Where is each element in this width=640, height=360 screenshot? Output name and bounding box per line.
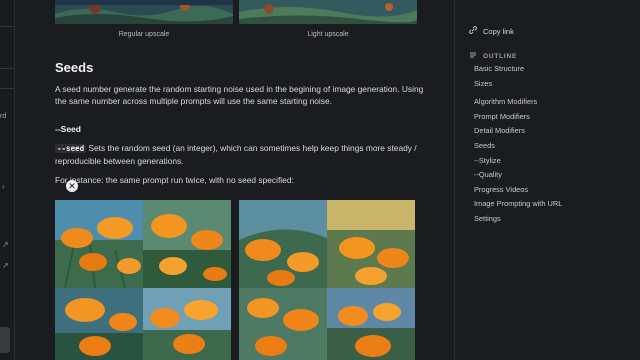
rail-button[interactable] bbox=[0, 327, 10, 353]
outline-item-prompt-modifiers[interactable]: Prompt Modifiers bbox=[474, 110, 562, 125]
section-heading-seeds: Seeds bbox=[55, 60, 94, 75]
poppy-image bbox=[55, 288, 143, 360]
link-icon bbox=[469, 26, 477, 36]
outline-item-settings[interactable]: Settings bbox=[474, 212, 562, 227]
poppy-image bbox=[55, 200, 143, 288]
copy-link-label: Copy link bbox=[483, 26, 514, 36]
outline-item-progress-videos[interactable]: Progress Videos bbox=[474, 183, 562, 198]
seed-description-text: Sets the random seed (an integer), which… bbox=[55, 143, 417, 166]
poppy-image bbox=[327, 200, 415, 288]
poppy-image bbox=[327, 288, 415, 360]
external-link-icon[interactable]: ↗ bbox=[2, 241, 10, 249]
outline-item-detail-modifiers[interactable]: Detail Modifiers bbox=[474, 124, 562, 139]
image-caption: Light upscale bbox=[307, 31, 349, 38]
chevron-right-icon[interactable]: › bbox=[2, 183, 10, 191]
copy-link-button[interactable]: Copy link bbox=[469, 26, 514, 36]
outline-item-image-prompting[interactable]: Image Prompting with URL bbox=[474, 197, 562, 212]
outline-icon bbox=[469, 51, 477, 61]
external-link-icon[interactable]: ↗ bbox=[2, 262, 10, 270]
left-nav-rail: rd › ↗ ↗ bbox=[0, 0, 15, 360]
article-content: Regular upscale Light upscale Seeds A se… bbox=[14, 0, 454, 360]
outline-label: OUTLINE bbox=[483, 52, 518, 60]
seed-code: --seed bbox=[55, 144, 87, 153]
image-grid-run-2 bbox=[239, 200, 415, 360]
close-cursor-icon[interactable]: ✕ bbox=[66, 180, 78, 192]
outline-header: OUTLINE bbox=[469, 51, 517, 61]
image-grid-run-1 bbox=[55, 200, 231, 360]
outline-item-sizes[interactable]: Sizes bbox=[474, 77, 562, 92]
poppy-image bbox=[239, 200, 327, 288]
rail-divider bbox=[0, 26, 14, 27]
regular-upscale-image bbox=[55, 0, 233, 24]
outline-item-basic-structure[interactable]: Basic Structure bbox=[474, 62, 562, 77]
outline-list: Basic Structure Sizes Algorithm Modifier… bbox=[474, 62, 562, 227]
outline-item-seeds[interactable]: Seeds bbox=[474, 139, 562, 154]
outline-item-stylize[interactable]: --Stylize bbox=[474, 154, 562, 169]
poppy-image bbox=[143, 288, 231, 360]
rail-divider bbox=[0, 88, 14, 89]
seeds-intro-paragraph: A seed number generate the random starti… bbox=[55, 84, 424, 106]
poppy-image bbox=[143, 200, 231, 288]
rail-divider bbox=[0, 68, 14, 69]
rail-truncated-label[interactable]: rd bbox=[0, 113, 6, 120]
right-sidebar: Copy link OUTLINE Basic Structure Sizes … bbox=[454, 0, 640, 360]
example-intro: For instance: the same prompt run twice,… bbox=[55, 175, 294, 185]
subsection-heading-seed: --Seed bbox=[55, 124, 81, 134]
outline-item-algorithm-modifiers[interactable]: Algorithm Modifiers bbox=[474, 95, 562, 110]
outline-item-quality[interactable]: --Quality bbox=[474, 168, 562, 183]
light-upscale-image bbox=[239, 0, 417, 24]
image-caption: Regular upscale bbox=[118, 31, 170, 38]
seed-description: --seed Sets the random seed (an integer)… bbox=[55, 142, 425, 167]
poppy-image bbox=[239, 288, 327, 360]
